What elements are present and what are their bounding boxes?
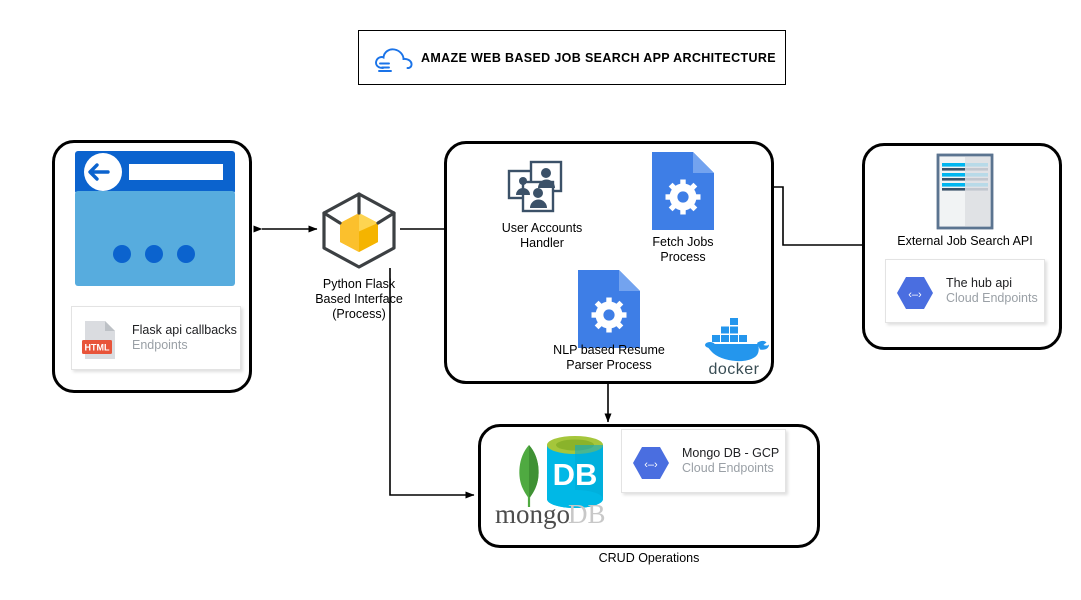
mongodb-gcp-card[interactable]: ‹–› Mongo DB - GCP Cloud Endpoints [621,429,786,493]
api-server-icon [936,153,994,230]
flask-api-callbacks-card[interactable]: HTML Flask api callbacks Endpoints [71,306,241,370]
html-file-icon: HTML [82,320,118,360]
svg-text:DB: DB [553,457,598,492]
gear-document-icon [652,152,714,230]
browser-window-icon [75,151,235,286]
external-job-search-api-panel[interactable]: External Job Search API ‹–› The hub api … [862,143,1062,350]
fetch-jobs-process-caption: Fetch Jobs Process [652,235,714,264]
card-subtitle: Cloud Endpoints [682,461,774,475]
card-subtitle: Cloud Endpoints [946,291,1038,305]
nlp-resume-parser-caption: NLP based Resume Parser Process [553,343,665,372]
mongodb-wordmark-db: DB [568,499,606,529]
svg-text:‹–›: ‹–› [908,289,922,301]
docker-logo: docker [697,318,771,379]
cloud-endpoints-hexagon-icon: ‹–› [896,276,934,310]
server-panel[interactable]: User Accounts Handler Fetch Jobs Process… [444,141,774,384]
external-api-caption: External Job Search API [897,234,1033,248]
users-photos-icon [507,160,575,214]
client-panel[interactable]: HTML Flask api callbacks Endpoints [52,140,252,393]
svg-text:‹–›: ‹–› [644,459,658,471]
python-flask-interface-caption: Python Flask Based Interface (Process) [315,277,403,321]
mongodb-logo: DB mongo DB [489,433,619,529]
cloud-endpoints-hexagon-icon: ‹–› [632,446,670,480]
mongodb-wordmark-mongo: mongo [495,499,570,529]
user-accounts-handler-caption: User Accounts Handler [501,221,583,250]
card-subtitle: Endpoints [132,338,188,352]
docker-label: docker [708,361,759,378]
cloud-icon [373,45,415,75]
python-flask-interface[interactable] [318,190,400,270]
database-panel[interactable]: DB mongo DB ‹–› Mongo DB - GCP Cloud End… [478,424,820,548]
cube-icon [322,192,396,269]
card-title: Mongo DB - GCP [682,446,780,460]
page-title: AMAZE WEB BASED JOB SEARCH APP ARCHITECT… [421,50,776,65]
database-panel-caption: CRUD Operations [598,551,700,565]
gear-document-icon [578,270,640,348]
the-hub-api-card[interactable]: ‹–› The hub api Cloud Endpoints [885,259,1045,323]
card-title: The hub api [946,276,1013,290]
diagram-title-box: AMAZE WEB BASED JOB SEARCH APP ARCHITECT… [358,30,786,85]
fetch-jobs-process[interactable] [652,152,714,230]
card-title: Flask api callbacks [132,323,237,337]
svg-text:HTML: HTML [85,343,110,353]
nlp-resume-parser-process[interactable] [578,270,640,348]
